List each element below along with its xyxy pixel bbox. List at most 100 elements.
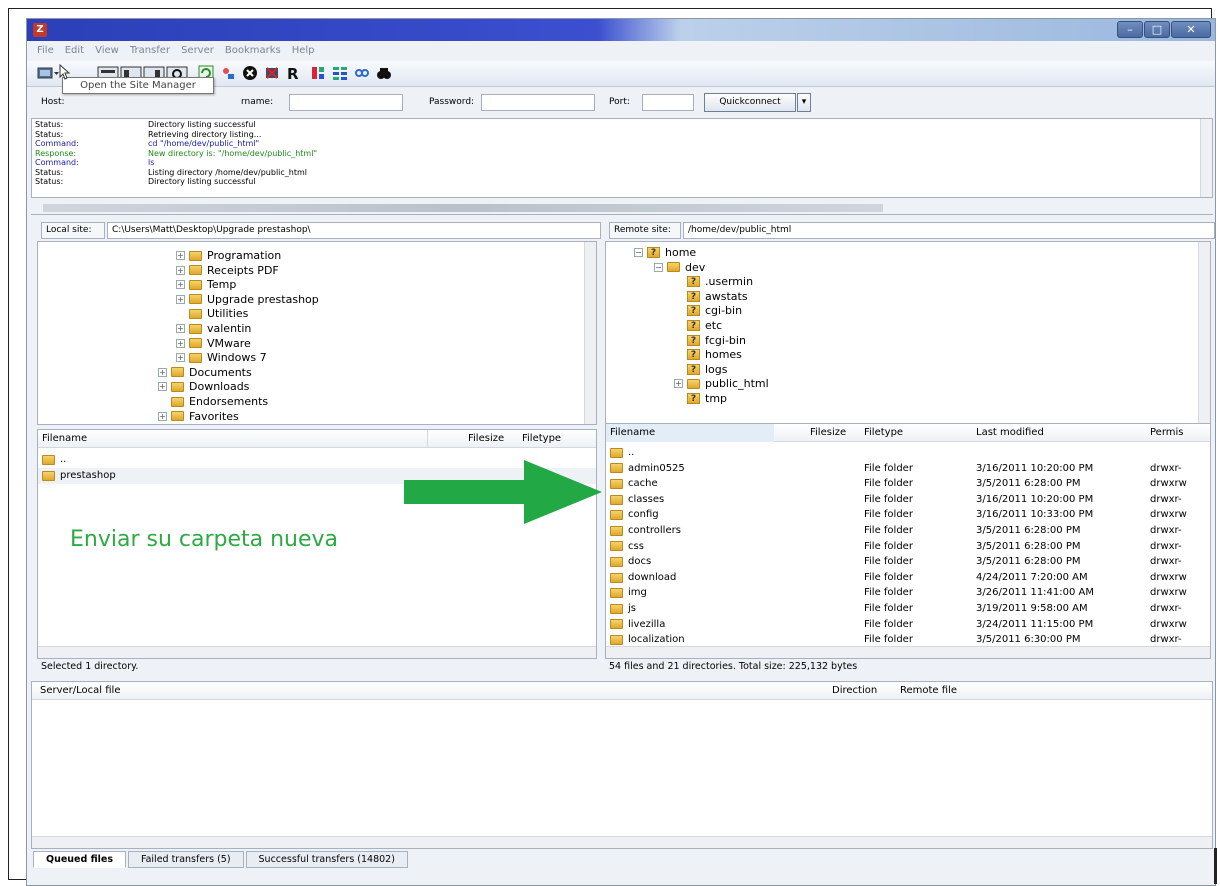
remote-file-row[interactable]: js File folder 3/19/2011 9:58:00 AM drwxr- [606, 601, 1210, 617]
expand-toggle-icon[interactable]: + [176, 251, 185, 260]
expand-toggle-icon[interactable]: + [176, 265, 185, 275]
site-manager-icon[interactable] [35, 65, 61, 83]
remote-site-path[interactable]: /home/dev/public_html [683, 222, 1215, 239]
message-log[interactable]: Status: Directory listing successful Statu… [31, 118, 1213, 198]
remote-file-row[interactable]: cache File folder 3/5/2011 6:28:00 PM drwxr… [606, 476, 1210, 492]
queue-col-remote[interactable]: Remote file [900, 682, 957, 700]
local-file-hscroll[interactable] [38, 646, 596, 658]
title-bar[interactable]: Z – □ ✕ [27, 19, 1215, 41]
remote-file-row[interactable]: img File folder 3/26/2011 11:41:00 AM drwxr… [606, 585, 1210, 601]
local-tree-item[interactable]: + valentin [176, 321, 251, 336]
local-col-filename[interactable]: Filename [38, 430, 428, 448]
remote-tree-item[interactable]: ? fcgi-bin [674, 333, 746, 348]
blurred-server-tabs[interactable] [43, 204, 883, 212]
reconnect-icon[interactable]: R [285, 65, 301, 83]
username-input[interactable] [289, 94, 403, 111]
remote-col-filetype[interactable]: Filetype [860, 424, 903, 442]
maximize-button[interactable]: □ [1144, 21, 1170, 38]
remote-col-modified[interactable]: Last modified [972, 424, 1044, 442]
quickconnect-dropdown[interactable]: ▾ [797, 93, 811, 112]
remote-tree-item[interactable]: ? logs [674, 362, 728, 377]
expand-toggle-icon[interactable]: − [654, 262, 663, 272]
remote-tree-item[interactable]: ? homes [674, 347, 742, 362]
remote-col-filename[interactable]: Filename [606, 424, 774, 442]
expand-toggle-icon[interactable]: + [176, 324, 185, 333]
queue-col-direction[interactable]: Direction [832, 682, 877, 700]
queue-col-server-local[interactable]: Server/Local file [40, 682, 121, 700]
expand-toggle-icon[interactable]: + [158, 382, 167, 392]
expand-toggle-icon[interactable]: + [674, 379, 683, 389]
remote-col-filesize[interactable]: Filesize [806, 424, 846, 442]
local-tree-item[interactable]: + Favorites [158, 409, 239, 424]
remote-file-row[interactable]: admin0525 File folder 3/16/2011 10:20:00 P… [606, 461, 1210, 477]
remote-file-row[interactable]: classes File folder 3/16/2011 10:20:00 PM d… [606, 492, 1210, 508]
remote-tree-item[interactable]: ? awstats [674, 289, 748, 304]
menu-edit[interactable]: Edit [65, 43, 84, 59]
expand-toggle-icon[interactable]: + [158, 367, 167, 377]
menu-transfer[interactable]: Transfer [130, 43, 170, 59]
remote-tree-item[interactable]: − dev [654, 260, 705, 275]
local-tree-item[interactable]: + Receipts PDF [176, 263, 279, 278]
remote-file-row[interactable]: .. [606, 445, 1210, 461]
local-tree-item[interactable]: Endorsements [158, 394, 268, 409]
folder-icon [610, 525, 623, 536]
tab-failed-transfers[interactable]: Failed transfers (5) [128, 851, 244, 868]
local-col-filetype[interactable]: Filetype [518, 430, 561, 448]
remote-col-permissions[interactable]: Permis [1146, 424, 1184, 442]
menu-server[interactable]: Server [181, 43, 214, 59]
remote-tree-scrollbar[interactable] [1198, 242, 1210, 424]
close-button[interactable]: ✕ [1171, 21, 1211, 38]
local-tree-item[interactable]: Utilities [176, 306, 248, 321]
local-tree-item[interactable]: + VMware [176, 336, 251, 351]
host-label: Host: [41, 97, 65, 107]
remote-file-row[interactable]: livezilla File folder 3/24/2011 11:15:00 P… [606, 617, 1210, 633]
tab-successful-transfers[interactable]: Successful transfers (14802) [245, 851, 408, 868]
filter-icon[interactable] [309, 65, 327, 83]
expand-toggle-icon[interactable]: + [176, 280, 185, 290]
local-tree-item[interactable]: + Windows 7 [176, 350, 267, 365]
password-input[interactable] [481, 94, 595, 111]
local-tree-item[interactable]: + Downloads [158, 379, 249, 394]
remote-file-row[interactable]: controllers File folder 3/5/2011 6:28:00 P… [606, 523, 1210, 539]
compare-icon[interactable] [331, 65, 349, 83]
sync-browse-icon[interactable] [353, 65, 371, 83]
expand-toggle-icon[interactable]: + [176, 353, 185, 363]
quickconnect-button[interactable]: Quickconnect [704, 93, 796, 112]
tab-queued-files[interactable]: Queued files [33, 851, 126, 868]
remote-tree-item[interactable]: ? .usermin [674, 274, 753, 289]
cancel-icon[interactable] [241, 65, 259, 83]
local-col-filesize[interactable]: Filesize [464, 430, 504, 448]
local-tree-item[interactable]: + Programation [176, 248, 281, 263]
queue-hscroll[interactable] [32, 836, 1212, 848]
remote-tree-item[interactable]: + public_html [674, 376, 769, 391]
remote-file-row[interactable]: css File folder 3/5/2011 6:28:00 PM drwxr- [606, 539, 1210, 555]
menu-view[interactable]: View [95, 43, 119, 59]
remote-file-row[interactable]: config File folder 3/16/2011 10:33:00 PM dr… [606, 507, 1210, 523]
remote-file-row[interactable]: docs File folder 3/5/2011 6:28:00 PM drwxr- [606, 554, 1210, 570]
menu-file[interactable]: File [37, 43, 54, 59]
disconnect-icon[interactable] [263, 65, 281, 83]
local-tree-item[interactable]: + Upgrade prestashop [176, 292, 319, 307]
minimize-button[interactable]: – [1117, 21, 1143, 38]
menu-bookmarks[interactable]: Bookmarks [225, 43, 281, 59]
expand-toggle-icon[interactable]: + [176, 294, 185, 304]
local-tree-scrollbar[interactable] [584, 242, 596, 424]
remote-tree-item[interactable]: ? etc [674, 318, 722, 333]
expand-toggle-icon[interactable]: − [634, 248, 643, 257]
menu-help[interactable]: Help [292, 43, 315, 59]
log-scrollbar[interactable] [1200, 119, 1212, 197]
process-queue-icon[interactable] [219, 65, 237, 83]
remote-tree-item[interactable]: −? home [634, 245, 696, 260]
remote-tree-item[interactable]: ? cgi-bin [674, 303, 742, 318]
remote-tree-item[interactable]: ? tmp [674, 391, 727, 406]
remote-file-row[interactable]: download File folder 4/24/2011 7:20:00 AM d… [606, 570, 1210, 586]
remote-file-perm: drwxr- [1150, 462, 1182, 474]
port-input[interactable] [642, 94, 694, 111]
expand-toggle-icon[interactable]: + [158, 411, 167, 421]
search-remote-icon[interactable] [375, 65, 393, 83]
local-tree-item[interactable]: + Temp [176, 277, 236, 292]
expand-toggle-icon[interactable]: + [176, 338, 185, 348]
local-site-path[interactable]: C:\Users\Matt\Desktop\Upgrade prestashop… [107, 222, 601, 239]
local-tree-item[interactable]: + Documents [158, 365, 252, 380]
remote-file-hscroll[interactable] [606, 646, 1210, 658]
